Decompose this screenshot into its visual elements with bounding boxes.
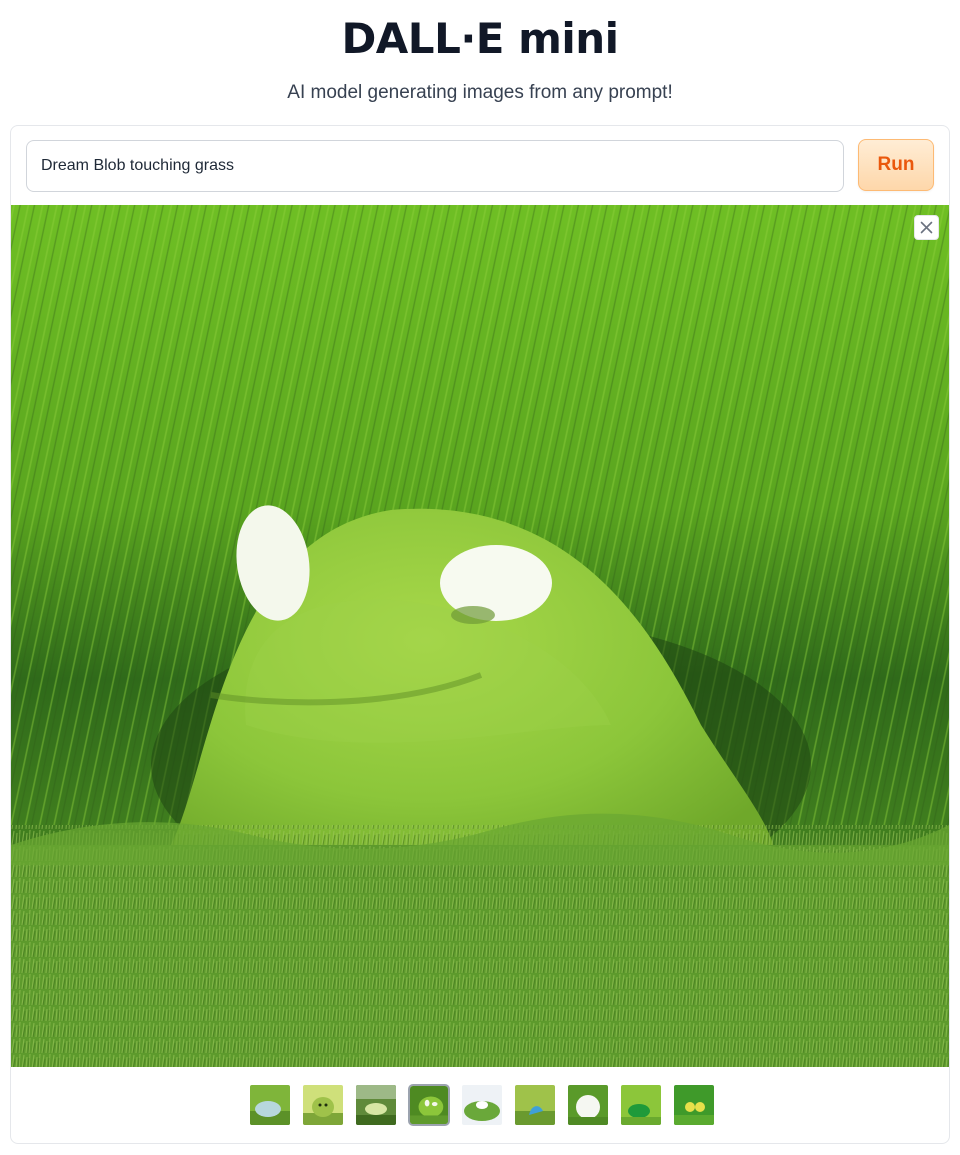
thumbnail-1[interactable]: [249, 1084, 291, 1126]
thumbnail-2[interactable]: [302, 1084, 344, 1126]
thumbnail-7[interactable]: [567, 1084, 609, 1126]
generated-image: [11, 205, 949, 1067]
prompt-row: Run: [26, 139, 934, 193]
close-icon: [920, 221, 933, 234]
close-button[interactable]: [914, 215, 939, 240]
main-panel: Run: [10, 125, 950, 1144]
thumbnail-9[interactable]: [673, 1084, 715, 1126]
thumbnail-5[interactable]: [461, 1084, 503, 1126]
prompt-input[interactable]: [26, 140, 844, 192]
thumbnail-8[interactable]: [620, 1084, 662, 1126]
app-title: DALL·E mini: [341, 14, 619, 63]
thumbnail-strip: [249, 1084, 715, 1126]
thumbnail-4-selected[interactable]: [408, 1084, 450, 1126]
thumbnail-6[interactable]: [514, 1084, 556, 1126]
generated-image-artwork: [11, 205, 949, 1067]
thumbnail-3[interactable]: [355, 1084, 397, 1126]
app-subtitle: AI model generating images from any prom…: [287, 82, 673, 103]
run-button[interactable]: Run: [858, 139, 934, 191]
